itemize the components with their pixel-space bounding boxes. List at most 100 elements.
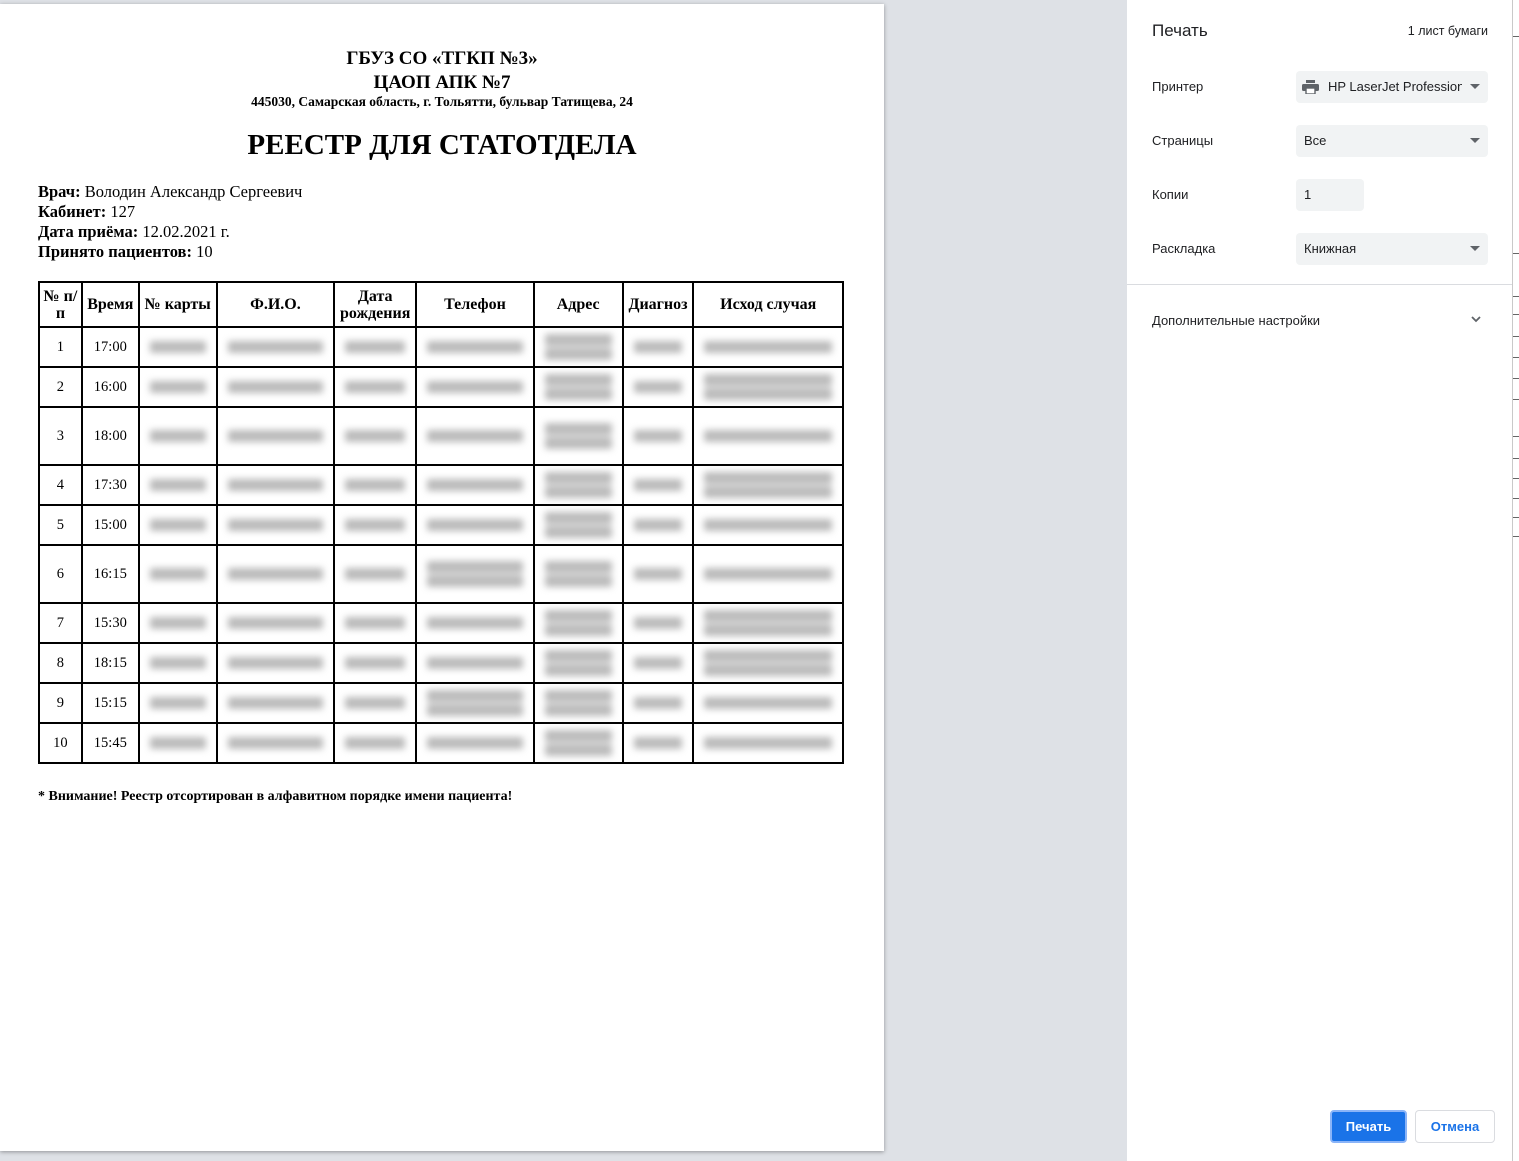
- blurred-text: [227, 430, 324, 442]
- table-row: 10 15:45: [38, 722, 844, 764]
- blurred-text: [544, 526, 612, 538]
- row-time: 18:00: [80, 406, 140, 466]
- pages-select[interactable]: Все: [1296, 125, 1488, 157]
- blurred-text: [427, 617, 523, 629]
- table-row: 2 16:00: [38, 366, 844, 408]
- blurred-content: [535, 648, 622, 678]
- printer-icon: [1302, 80, 1319, 94]
- col-card: № карты: [137, 281, 218, 328]
- blurred-text: [427, 561, 523, 573]
- redacted-fio-cell: [215, 642, 336, 684]
- blurred-content: [624, 428, 693, 444]
- blurred-content: [218, 735, 334, 751]
- col-dob: Дата рождения: [333, 281, 418, 328]
- redacted-fio-cell: [215, 602, 336, 644]
- blurred-content: [140, 615, 216, 631]
- row-time: 16:15: [80, 544, 140, 604]
- redacted-dob-cell: [333, 642, 418, 684]
- redacted-address-cell: [532, 544, 624, 604]
- blurred-content: [624, 615, 693, 631]
- blurred-text: [345, 479, 406, 491]
- layout-label: Раскладка: [1152, 241, 1216, 256]
- row-time: 15:45: [80, 722, 140, 764]
- blurred-text: [633, 381, 683, 393]
- pages-label: Страницы: [1152, 133, 1214, 148]
- blurred-content: [694, 517, 842, 533]
- redacted-fio-cell: [215, 682, 336, 724]
- blurred-content: [140, 477, 216, 493]
- chevron-down-icon: [1470, 84, 1480, 89]
- doctor-line: Врач: Володин Александр Сергеевич: [38, 182, 303, 201]
- blurred-text: [149, 568, 206, 580]
- blurred-content: [335, 655, 415, 671]
- redacted-dob-cell: [333, 544, 418, 604]
- table-row: 4 17:30: [38, 464, 844, 506]
- more-settings-toggle[interactable]: Дополнительные настройки: [1152, 313, 1320, 329]
- blurred-text: [544, 730, 612, 742]
- redacted-card-cell: [137, 366, 218, 408]
- redacted-address-cell: [532, 504, 624, 546]
- blurred-content: [140, 339, 216, 355]
- print-button[interactable]: Печать: [1330, 1110, 1407, 1143]
- cabinet-line: Кабинет: 127: [38, 202, 136, 221]
- chevron-down-icon: [1470, 138, 1480, 143]
- redacted-card-cell: [137, 642, 218, 684]
- cancel-button[interactable]: Отмена: [1415, 1110, 1495, 1143]
- blurred-text: [149, 737, 206, 749]
- org-department: ЦАОП АПК №7: [373, 72, 511, 93]
- blurred-content: [535, 728, 622, 758]
- blurred-text: [544, 472, 612, 484]
- blurred-content: [335, 615, 415, 631]
- layout-select[interactable]: Книжная: [1296, 233, 1488, 265]
- blurred-text: [704, 374, 832, 386]
- blurred-content: [624, 477, 693, 493]
- table-row: 6 16:15: [38, 544, 844, 604]
- blurred-content: [335, 428, 415, 444]
- blurred-text: [227, 341, 324, 353]
- blurred-content: [218, 655, 334, 671]
- blurred-content: [624, 379, 693, 395]
- blurred-text: [227, 381, 324, 393]
- blurred-content: [218, 695, 334, 711]
- redacted-phone-cell: [415, 722, 535, 764]
- blurred-content: [694, 648, 842, 678]
- preview-page: ГБУЗ СО «ТГКП №3» ЦАОП АПК №7 445030, Са…: [0, 4, 884, 1151]
- blurred-text: [704, 519, 832, 531]
- printer-select[interactable]: HP LaserJet Professional: [1296, 71, 1488, 103]
- blurred-text: [149, 657, 206, 669]
- blurred-content: [417, 655, 533, 671]
- blurred-content: [218, 379, 334, 395]
- redacted-diagnosis-cell: [621, 406, 695, 466]
- blurred-text: [227, 519, 324, 531]
- redacted-diagnosis-cell: [621, 366, 695, 408]
- redacted-address-cell: [532, 366, 624, 408]
- blurred-content: [535, 470, 622, 500]
- redacted-dob-cell: [333, 326, 418, 368]
- copies-input[interactable]: 1: [1296, 179, 1364, 211]
- document-title: РЕЕСТР ДЛЯ СТАТОТДЕЛА: [247, 129, 637, 161]
- redacted-address-cell: [532, 464, 624, 506]
- blurred-text: [427, 381, 523, 393]
- blurred-text: [427, 657, 523, 669]
- redacted-phone-cell: [415, 504, 535, 546]
- row-num: 4: [38, 464, 83, 506]
- blurred-content: [535, 608, 622, 638]
- blurred-text: [149, 341, 206, 353]
- blurred-content: [335, 517, 415, 533]
- blurred-text: [544, 486, 612, 498]
- redacted-card-cell: [137, 682, 218, 724]
- redacted-fio-cell: [215, 406, 336, 466]
- blurred-text: [345, 697, 406, 709]
- row-num: 7: [38, 602, 83, 644]
- blurred-content: [417, 517, 533, 533]
- redacted-outcome-cell: [692, 722, 844, 764]
- col-num: № п/п: [38, 281, 83, 328]
- expand-chevron-icon[interactable]: [1470, 313, 1482, 325]
- blurred-content: [694, 735, 842, 751]
- print-settings-panel: Печать 1 лист бумаги Принтер HP LaserJet…: [1127, 0, 1512, 1161]
- blurred-content: [417, 339, 533, 355]
- blurred-content: [140, 695, 216, 711]
- blurred-content: [140, 517, 216, 533]
- blurred-text: [633, 697, 683, 709]
- blurred-content: [417, 615, 533, 631]
